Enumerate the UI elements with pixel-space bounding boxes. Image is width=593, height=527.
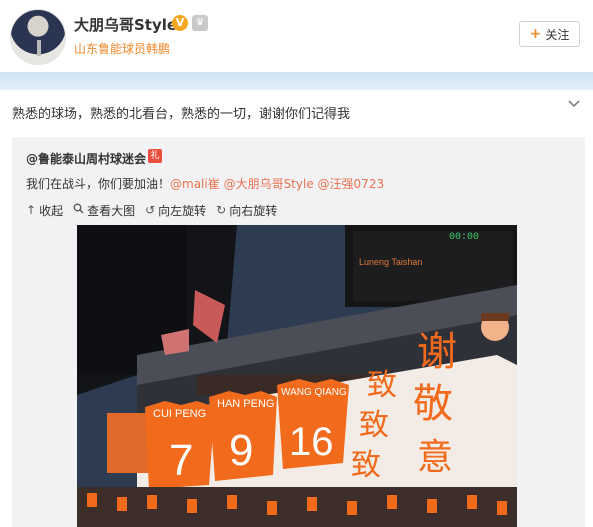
jersey-name: CUI PENG: [153, 408, 206, 420]
rotate-left-button[interactable]: ↺ 向左旋转: [145, 201, 206, 219]
rotate-left-icon: ↺: [145, 203, 156, 217]
profile-subtitle: 山东鲁能球员韩鹏: [74, 42, 171, 56]
scoreboard-time: 00:00: [449, 232, 479, 243]
view-large-label: 查看大图: [87, 203, 136, 218]
banner-char: 致: [367, 368, 397, 403]
plus-icon: +: [529, 26, 542, 42]
crown-icon: ♛: [192, 15, 208, 31]
banner-char: 谢: [417, 329, 457, 375]
repost-author[interactable]: @鲁能泰山周村球迷会: [26, 150, 146, 167]
jersey-number: 16: [289, 420, 334, 464]
rotate-right-button[interactable]: ↻ 向右旋转: [216, 201, 277, 219]
banner-char: 意: [417, 437, 453, 478]
post-card: 熟悉的球场，熟悉的北看台，熟悉的一切，谢谢你们记得我 @鲁能泰山周村球迷会 礼 …: [0, 90, 593, 527]
scoreboard-text: Luneng Taishan: [359, 257, 422, 267]
arrow-up-icon: ↑: [26, 203, 37, 217]
banner-char: 致: [351, 448, 381, 483]
collapse-label: 收起: [39, 203, 64, 218]
avatar[interactable]: [10, 9, 66, 65]
post-text: 熟悉的球场，熟悉的北看台，熟悉的一切，谢谢你们记得我: [12, 107, 351, 122]
banner-char: 致: [359, 408, 389, 443]
profile-banner-strip: [0, 72, 593, 90]
rotate-right-icon: ↻: [216, 203, 227, 217]
jersey-number: 9: [229, 426, 253, 475]
profile-header: 大朋乌哥Style V ♛ 山东鲁能球员韩鹏 + 关注: [0, 0, 593, 74]
chevron-down-icon[interactable]: [566, 95, 582, 111]
post-photo[interactable]: Luneng Taishan 00:00 CUI PENG 7 HAN PENG…: [77, 225, 517, 527]
mention-link[interactable]: @mali崔: [170, 177, 220, 191]
avatar-tie: [37, 40, 41, 56]
mention-link[interactable]: @大朋乌哥Style: [224, 177, 314, 191]
repost-box: @鲁能泰山周村球迷会 礼 我们在战斗，你们要加油！@mali崔 @大朋乌哥Sty…: [12, 137, 585, 527]
follow-label: 关注: [545, 27, 570, 42]
jersey-han-peng: HAN PENG 9: [209, 391, 277, 481]
mention-link[interactable]: @汪强0723: [318, 177, 385, 191]
magnifier-icon: [73, 203, 84, 217]
stadium-photo-graphic: Luneng Taishan 00:00 CUI PENG 7 HAN PENG…: [77, 225, 517, 527]
rotate-left-label: 向左旋转: [158, 203, 207, 218]
follow-button[interactable]: + 关注: [519, 21, 580, 47]
v-badge-icon: V: [172, 15, 188, 31]
profile-name[interactable]: 大朋乌哥Style: [74, 14, 177, 35]
banner-char: 敬: [413, 381, 453, 427]
jersey-cui-peng: CUI PENG 7: [145, 401, 215, 489]
repost-text-plain: 我们在战斗，你们要加油！: [26, 177, 171, 191]
jersey-name: WANG QIANG: [281, 387, 347, 398]
view-large-button[interactable]: 查看大图: [73, 201, 135, 219]
jersey-name: HAN PENG: [217, 398, 274, 410]
repost-text: 我们在战斗，你们要加油！@mali崔 @大朋乌哥Style @汪强0723: [26, 175, 384, 192]
gift-icon: 礼: [148, 149, 162, 163]
jersey-number: 7: [169, 436, 193, 485]
rotate-right-label: 向右旋转: [229, 203, 278, 218]
media-toolbar: ↑ 收起 查看大图 ↺ 向左旋转 ↻ 向右旋转: [26, 201, 277, 219]
collapse-button[interactable]: ↑ 收起: [26, 201, 63, 219]
jersey-wang-qiang: WANG QIANG 16: [277, 379, 349, 469]
